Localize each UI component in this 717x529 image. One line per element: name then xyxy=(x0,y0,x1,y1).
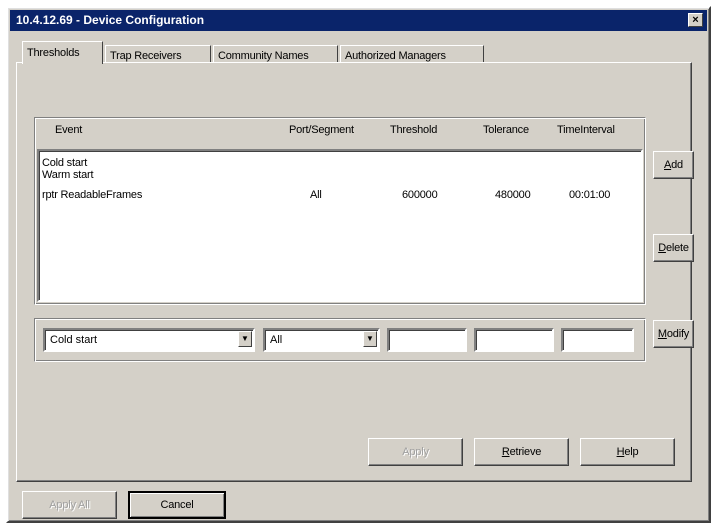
list-item[interactable]: rptr ReadableFrames All 600000 480000 00… xyxy=(39,189,641,201)
column-header-event: Event xyxy=(55,124,83,136)
tab-thresholds[interactable]: Thresholds xyxy=(22,41,103,64)
cancel-button[interactable]: Cancel xyxy=(128,491,226,519)
events-list[interactable]: Cold start Warm start rptr ReadableFrame… xyxy=(37,149,643,302)
tab-label: Authorized Managers xyxy=(345,50,446,62)
port-select-value: All xyxy=(270,334,283,346)
retrieve-button[interactable]: Retrieve xyxy=(474,438,569,466)
list-item[interactable]: Cold start xyxy=(39,157,641,169)
window-title: 10.4.12.69 - Device Configuration xyxy=(16,13,205,27)
chevron-down-icon[interactable]: ▼ xyxy=(363,331,377,347)
time-interval-input[interactable] xyxy=(561,328,634,352)
delete-button[interactable]: Delete xyxy=(653,234,694,262)
list-item[interactable]: Warm start xyxy=(39,169,641,181)
threshold-input[interactable] xyxy=(387,328,467,352)
add-button[interactable]: Add xyxy=(653,151,694,179)
tab-label: Thresholds xyxy=(27,47,80,59)
apply-all-button: Apply All xyxy=(22,491,117,519)
title-bar[interactable]: 10.4.12.69 - Device Configuration × xyxy=(10,10,707,31)
column-header-port-segment: Port/Segment xyxy=(289,124,354,136)
column-header-threshold: Threshold xyxy=(390,124,438,136)
help-button[interactable]: Help xyxy=(580,438,675,466)
close-icon[interactable]: × xyxy=(688,13,703,27)
chevron-down-icon[interactable]: ▼ xyxy=(238,331,252,347)
event-select[interactable]: Cold start ▼ xyxy=(43,328,255,352)
event-select-value: Cold start xyxy=(50,334,98,346)
tab-label: Trap Receivers xyxy=(110,50,182,62)
column-header-time-interval: TimeInterval xyxy=(557,124,615,136)
modify-button[interactable]: Modify xyxy=(653,320,694,348)
column-header-tolerance: Tolerance xyxy=(483,124,529,136)
port-select[interactable]: All ▼ xyxy=(263,328,380,352)
apply-button: Apply xyxy=(368,438,463,466)
tab-label: Community Names xyxy=(218,50,309,62)
tolerance-input[interactable] xyxy=(474,328,554,352)
